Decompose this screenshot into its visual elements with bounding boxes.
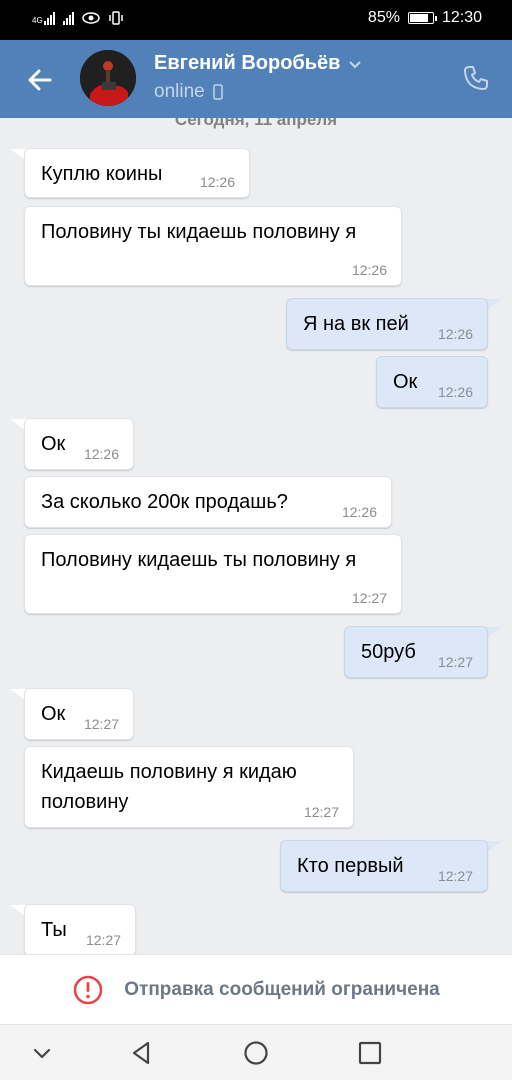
message-outgoing[interactable]: Я на вк пей 12:26 xyxy=(286,298,488,350)
message-text: Ок xyxy=(393,371,418,393)
message-time: 12:27 xyxy=(303,804,339,820)
message-time: 12:26 xyxy=(199,174,235,190)
chevron-down-icon xyxy=(349,60,362,68)
contact-status: online xyxy=(154,81,223,103)
contact-name-text: Евгений Воробьёв xyxy=(154,52,341,74)
battery-icon xyxy=(407,12,437,24)
message-time: 12:26 xyxy=(341,504,377,520)
message-time: 12:27 xyxy=(83,716,119,732)
message-incoming[interactable]: Половину кидаешь ты половину я 12:27 xyxy=(24,534,402,614)
home-circle-icon[interactable] xyxy=(242,1039,270,1067)
battery-percent: 85% xyxy=(367,9,400,26)
message-text: За сколько 200к продашь? xyxy=(41,491,288,513)
message-outgoing[interactable]: 50руб 12:27 xyxy=(344,626,488,678)
message-text: Ок xyxy=(41,433,66,455)
message-text: Половину кидаешь ты половину я xyxy=(41,549,357,571)
warning-circle-icon xyxy=(74,975,103,1004)
message-incoming[interactable]: Ты 12:27 xyxy=(24,904,136,954)
avatar[interactable] xyxy=(80,50,136,106)
message-text: Ок xyxy=(41,703,66,725)
restriction-text: Отправка сообщений ограничена xyxy=(124,978,440,1000)
mobile-phone-icon xyxy=(212,84,223,100)
message-incoming[interactable]: Ок 12:27 xyxy=(24,688,134,740)
message-list[interactable]: Сегодня, 11 апреля Куплю коины 12:26 Пол… xyxy=(0,118,512,954)
message-text: Половину ты кидаешь половину я xyxy=(41,221,357,243)
back-triangle-icon[interactable] xyxy=(128,1039,156,1067)
status-bar: 4G 85% 12:30 xyxy=(0,0,512,40)
date-separator: Сегодня, 11 апреля xyxy=(174,118,338,129)
chevron-down-icon[interactable] xyxy=(28,1039,56,1067)
message-time: 12:27 xyxy=(351,590,387,606)
restriction-bar: Отправка сообщений ограничена xyxy=(0,954,512,1024)
arrow-left-icon[interactable] xyxy=(24,64,56,96)
message-text: Я на вк пей xyxy=(303,313,409,335)
message-time: 12:26 xyxy=(83,446,119,462)
message-incoming[interactable]: Половину ты кидаешь половину я 12:26 xyxy=(24,206,402,286)
contact-status-text: online xyxy=(154,81,205,102)
message-text: 50руб xyxy=(361,641,416,663)
message-incoming[interactable]: За сколько 200к продашь? 12:26 xyxy=(24,476,392,528)
message-text: Кто первый xyxy=(297,855,404,877)
chat-header: Евгений Воробьёв online xyxy=(0,40,512,118)
message-incoming[interactable]: Куплю коины 12:26 xyxy=(24,148,250,198)
signal-icon: 4G xyxy=(32,11,55,25)
message-incoming[interactable]: Кидаешь половину я кидаю половину 12:27 xyxy=(24,746,354,828)
phone-icon[interactable] xyxy=(462,64,490,92)
system-navbar xyxy=(0,1024,512,1080)
message-time: 12:26 xyxy=(437,326,473,342)
message-incoming[interactable]: Ок 12:26 xyxy=(24,418,134,470)
message-outgoing[interactable]: Ок 12:26 xyxy=(376,356,488,408)
signal-icon xyxy=(62,11,74,25)
clock: 12:30 xyxy=(441,9,482,26)
eye-icon xyxy=(81,12,100,24)
vibrate-icon xyxy=(108,11,123,25)
message-outgoing[interactable]: Кто первый 12:27 xyxy=(280,840,488,892)
message-text: Куплю коины xyxy=(41,163,163,185)
message-text: Ты xyxy=(41,919,67,941)
message-time: 12:26 xyxy=(351,262,387,278)
network-type: 4G xyxy=(32,16,43,25)
message-time: 12:26 xyxy=(437,384,473,400)
message-time: 12:27 xyxy=(437,868,473,884)
recents-square-icon[interactable] xyxy=(356,1039,384,1067)
message-time: 12:27 xyxy=(85,932,121,948)
message-time: 12:27 xyxy=(437,654,473,670)
contact-name[interactable]: Евгений Воробьёв xyxy=(154,52,362,75)
message-text: Кидаешь половину я кидаю половину xyxy=(41,761,297,813)
